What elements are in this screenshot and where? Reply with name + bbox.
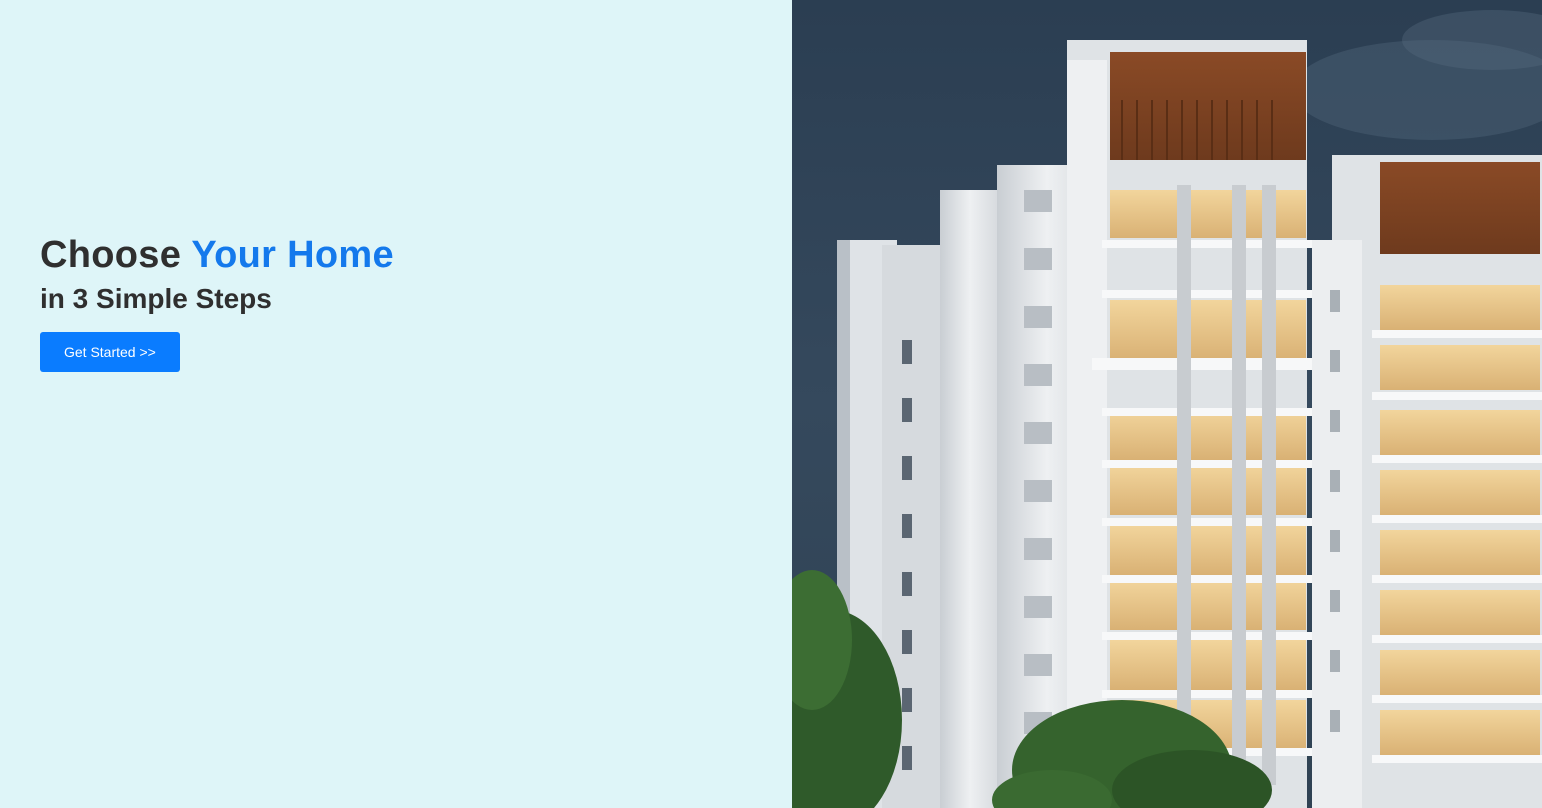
- hero-subheadline: in 3 Simple Steps: [40, 283, 272, 314]
- building-image: [792, 0, 1542, 808]
- hero-text-block: Choose Your Home in 3 Simple Steps Get S…: [40, 232, 394, 372]
- headline-accent-text: Your Home: [191, 234, 394, 276]
- apartment-towers-illustration: [792, 0, 1542, 808]
- hero-headline: Choose Your Home: [40, 232, 394, 278]
- hero-text-panel: Choose Your Home in 3 Simple Steps Get S…: [0, 0, 792, 808]
- get-started-button[interactable]: Get Started >>: [40, 332, 180, 372]
- headline-text: Choose: [40, 234, 192, 276]
- hero-section: Choose Your Home in 3 Simple Steps Get S…: [0, 0, 1542, 808]
